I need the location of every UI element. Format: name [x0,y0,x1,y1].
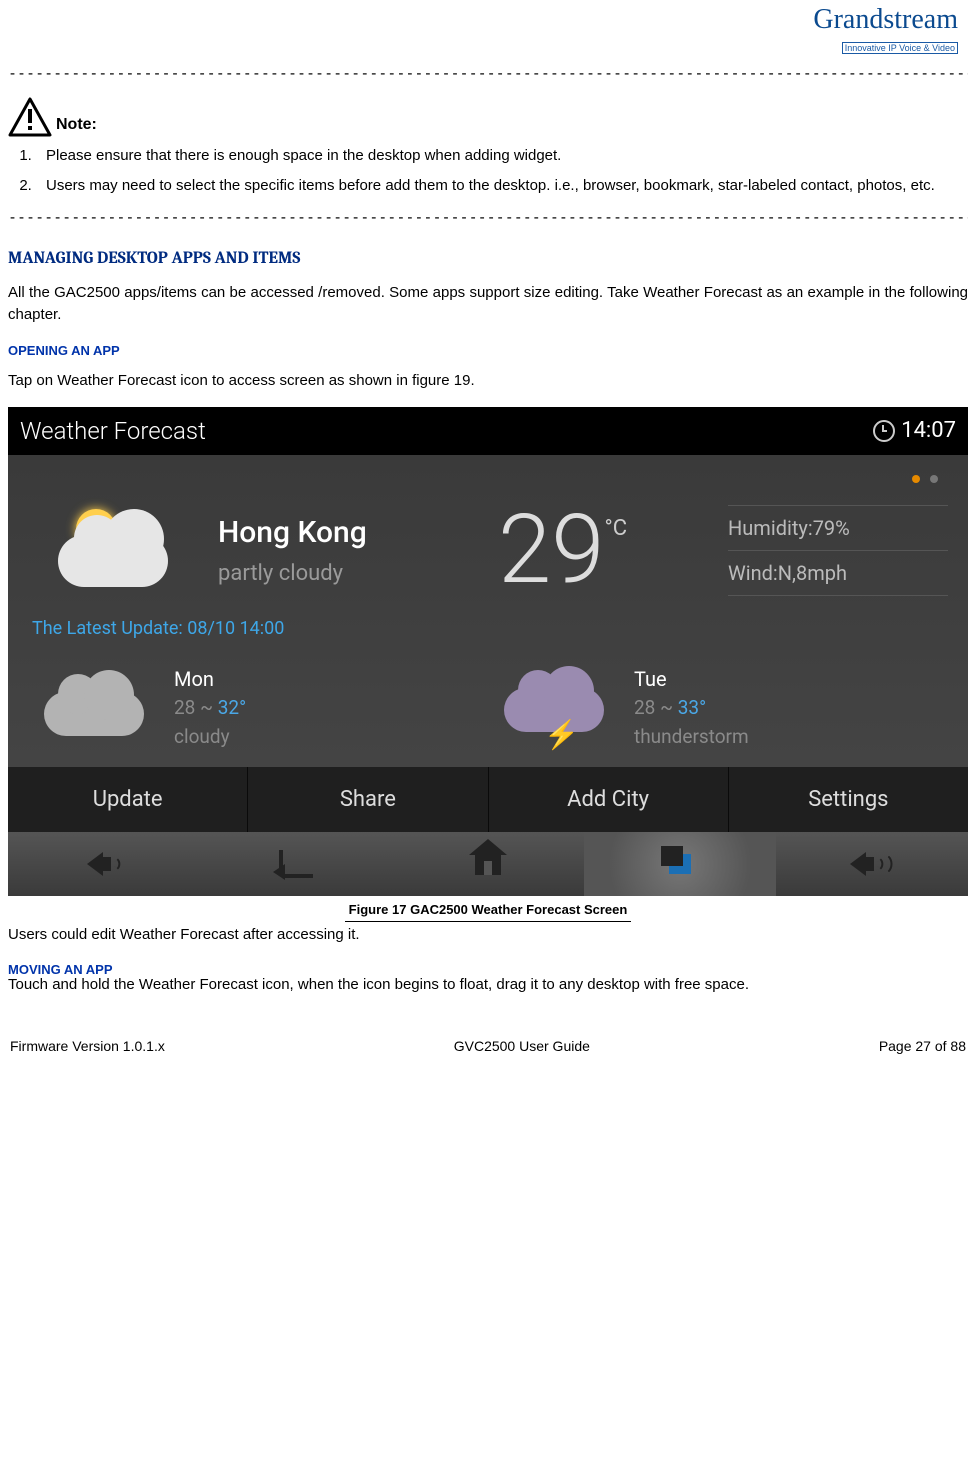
note-item: Users may need to select the specific it… [36,175,968,198]
note-label: Note: [56,113,97,137]
volume-down-icon [87,852,122,876]
paragraph: Tap on Weather Forecast icon to access s… [8,370,968,393]
note-list: Please ensure that there is enough space… [8,145,968,198]
home-button[interactable] [392,832,584,896]
settings-button[interactable]: Settings [729,767,968,832]
city-condition: partly cloudy [218,557,478,590]
recent-apps-button[interactable] [584,832,776,896]
divider: ----------------------------------------… [8,206,968,229]
home-icon [475,853,501,875]
paragraph: All the GAC2500 apps/items can be access… [8,282,968,327]
forecast-day: ⚡ Tue 28 ~ 33° thunderstorm [488,656,948,767]
page-footer: Firmware Version 1.0.1.x GVC2500 User Gu… [8,1036,968,1057]
divider: ----------------------------------------… [8,62,968,85]
warning-icon [8,97,52,137]
status-clock: 14:07 [873,414,956,447]
day-name: Mon [174,664,246,694]
update-button[interactable]: Update [8,767,248,832]
figure-caption: Figure 17 GAC2500 Weather Forecast Scree… [8,900,968,922]
brand-logo: Grandstream Innovative IP Voice & Video [8,6,968,58]
volume-up-icon [850,852,895,876]
temperature: 29 °C [498,502,708,598]
city-name: Hong Kong [218,510,478,555]
temp-range: 28 ~ 33° [634,694,749,723]
weather-screenshot: Weather Forecast 14:07 Hong Kong partly … [8,407,968,897]
paragraph-moving: Touch and hold the Weather Forecast icon… [8,974,968,997]
page-indicator [28,463,948,490]
page-dot-active [912,475,920,483]
status-bar: Weather Forecast 14:07 [8,407,968,455]
share-button[interactable]: Share [248,767,488,832]
brand-tagline: Innovative IP Voice & Video [842,42,958,54]
humidity: Humidity:79% [728,505,948,550]
temp-range: 28 ~ 32° [174,694,246,723]
last-update: The Latest Update: 08/10 14:00 [28,609,948,656]
humidity-wind: Humidity:79% Wind:N,8mph [728,505,948,596]
page-dot [930,475,938,483]
clock-time: 14:07 [901,414,956,447]
note-row: Note: [8,97,968,137]
nav-bar [8,832,968,896]
note-item: Please ensure that there is enough space… [36,145,968,168]
paragraph: Users could edit Weather Forecast after … [8,924,968,947]
day-condition: thunderstorm [634,723,749,752]
footer-title: GVC2500 User Guide [454,1036,590,1057]
storm-icon: ⚡ [498,678,618,738]
action-bar: Update Share Add City Settings [8,767,968,832]
day-condition: cloudy [174,723,246,752]
weather-current-icon [28,495,198,605]
back-button[interactable] [200,832,392,896]
temp-unit: °C [605,512,628,545]
app-title: Weather Forecast [20,413,206,449]
heading-opening: OPENING AN APP [8,341,968,361]
forecast-day: Mon 28 ~ 32° cloudy [28,656,488,767]
brand-name: Grandstream [813,4,958,35]
volume-up-button[interactable] [776,832,968,896]
footer-firmware: Firmware Version 1.0.1.x [10,1036,165,1057]
back-icon [279,850,313,878]
clock-icon [873,420,895,442]
cloud-icon [38,678,158,738]
footer-page: Page 27 of 88 [879,1036,966,1057]
heading-managing: MANAGING DESKTOP APPS AND ITEMS [8,246,968,272]
wind: Wind:N,8mph [728,550,948,596]
add-city-button[interactable]: Add City [489,767,729,832]
day-name: Tue [634,664,749,694]
recent-apps-icon [669,854,691,874]
volume-down-button[interactable] [8,832,200,896]
temp-value: 29 [498,502,605,598]
